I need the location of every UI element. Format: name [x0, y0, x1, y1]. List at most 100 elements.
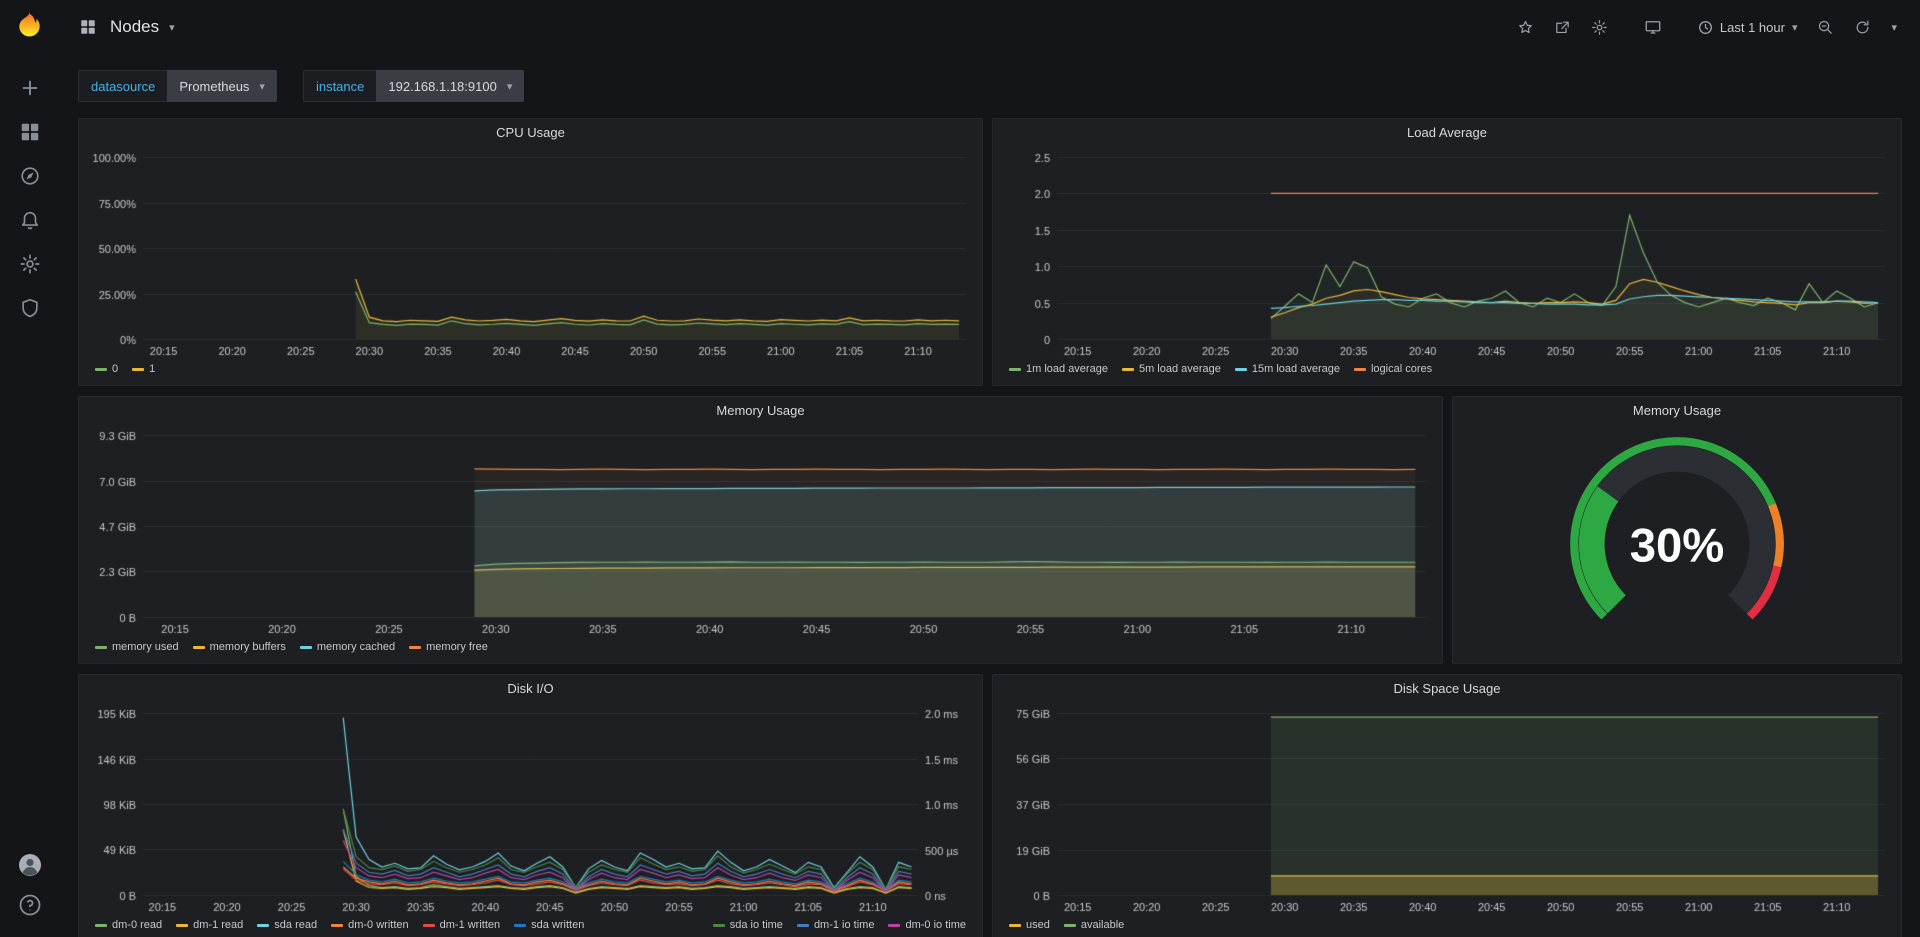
disk-space-usage-chart[interactable] — [993, 703, 1901, 917]
chevron-down-icon[interactable]: ▾ — [169, 21, 175, 34]
legend-right: sda io time dm-1 io time dm-0 io time — [713, 919, 966, 931]
legend-item[interactable]: dm-1 io time — [797, 919, 875, 931]
variable-label: datasource — [78, 70, 167, 102]
legend-series-name: dm-0 read — [112, 919, 162, 931]
panel-title[interactable]: Memory Usage — [79, 397, 1442, 425]
legend-series-name: 5m load average — [1139, 363, 1221, 375]
legend-swatch-icon — [888, 924, 900, 927]
cpu-usage-chart[interactable] — [79, 147, 982, 361]
variable-instance: instance 192.168.1.18:9100 ▾ — [303, 70, 524, 102]
sidebar-menu — [18, 76, 42, 320]
legend-item[interactable]: available — [1064, 919, 1124, 931]
legend-series-name: dm-1 read — [193, 919, 243, 931]
zoom-out-icon — [1817, 19, 1834, 36]
legend-item[interactable]: dm-1 written — [423, 919, 501, 931]
panel-disk-io: Disk I/O dm-0 read dm-1 read sda read dm-0 … — [78, 674, 983, 937]
legend-series-name: dm-1 io time — [814, 919, 875, 931]
legend-series-name: used — [1026, 919, 1050, 931]
legend-item[interactable]: memory cached — [300, 641, 395, 653]
instance-dropdown[interactable]: 192.168.1.18:9100 ▾ — [376, 70, 524, 102]
star-button[interactable] — [1508, 10, 1543, 44]
memory-usage-chart[interactable] — [79, 425, 1442, 639]
disk-io-chart[interactable] — [79, 703, 982, 917]
panel-title[interactable]: CPU Usage — [79, 119, 982, 147]
panel-title[interactable]: Disk Space Usage — [993, 675, 1901, 703]
legend-item[interactable]: 0 — [95, 363, 118, 375]
legend-item[interactable]: 15m load average — [1235, 363, 1340, 375]
memory-usage-legend: memory used memory buffers memory cached me… — [79, 639, 1442, 663]
legend-item[interactable]: dm-0 read — [95, 919, 162, 931]
legend-series-name: dm-0 written — [348, 919, 409, 931]
grafana-logo-icon — [11, 6, 49, 44]
legend-swatch-icon — [95, 924, 107, 927]
legend-swatch-icon — [1064, 924, 1076, 927]
zoom-out-button[interactable] — [1808, 10, 1843, 44]
legend-swatch-icon — [409, 646, 421, 649]
clock-icon — [1698, 20, 1713, 35]
legend-item[interactable]: sda io time — [713, 919, 783, 931]
legend-item[interactable]: memory buffers — [193, 641, 286, 653]
help-button[interactable] — [18, 893, 42, 917]
chevron-down-icon: ▾ — [1891, 21, 1897, 34]
legend-left: memory used memory buffers memory cached me… — [95, 641, 488, 653]
load-average-chart[interactable] — [993, 147, 1901, 361]
template-variables-bar: datasource Prometheus ▾ instance 192.168… — [60, 54, 1920, 118]
user-avatar[interactable] — [18, 853, 42, 877]
legend-swatch-icon — [1122, 368, 1134, 371]
legend-item[interactable]: 5m load average — [1122, 363, 1221, 375]
legend-item[interactable]: memory used — [95, 641, 179, 653]
legend-item[interactable]: dm-0 io time — [888, 919, 966, 931]
legend-series-name: dm-0 io time — [905, 919, 966, 931]
dashboards-button[interactable] — [18, 120, 42, 144]
chevron-down-icon: ▾ — [507, 80, 513, 93]
legend-item[interactable]: sda written — [514, 919, 584, 931]
panel-title[interactable]: Load Average — [993, 119, 1901, 147]
gauge-wrap: 30% — [1453, 425, 1901, 663]
legend-series-name: 1m load average — [1026, 363, 1108, 375]
dashboard-title-group: Nodes ▾ — [76, 15, 175, 39]
dashboard-settings-button[interactable] — [1582, 10, 1617, 44]
dashboard-row: CPU Usage 0 1 Load Average 1m load averag… — [78, 118, 1902, 386]
panel-disk-space-usage: Disk Space Usage used available — [992, 674, 1902, 937]
top-navbar: Nodes ▾ Last 1 hour ▾ — [60, 0, 1920, 54]
sidebar — [0, 0, 60, 937]
sidebar-bottom — [18, 853, 42, 917]
legend-swatch-icon — [132, 368, 144, 371]
grafana-logo[interactable] — [11, 6, 49, 44]
legend-swatch-icon — [331, 924, 343, 927]
server-admin-button[interactable] — [18, 296, 42, 320]
bell-icon — [19, 209, 41, 231]
legend-series-name: dm-1 written — [440, 919, 501, 931]
panel-title[interactable]: Disk I/O — [79, 675, 982, 703]
star-icon — [1517, 19, 1534, 36]
datasource-dropdown[interactable]: Prometheus ▾ — [167, 70, 277, 102]
dashboard-row: Memory Usage memory usedmemory buffersme… — [78, 396, 1902, 664]
legend-series-name: memory used — [112, 641, 179, 653]
refresh-interval-dropdown[interactable]: ▾ — [1882, 10, 1906, 44]
legend-item[interactable]: dm-1 read — [176, 919, 243, 931]
refresh-button[interactable] — [1845, 10, 1880, 44]
create-button[interactable] — [18, 76, 42, 100]
legend-series-name: available — [1081, 919, 1124, 931]
legend-item[interactable]: used — [1009, 919, 1050, 931]
dashboard-title[interactable]: Nodes — [110, 17, 159, 37]
configuration-button[interactable] — [18, 252, 42, 276]
monitor-icon — [1644, 18, 1662, 36]
alerting-button[interactable] — [18, 208, 42, 232]
legend-item[interactable]: logical cores — [1354, 363, 1432, 375]
legend-item[interactable]: dm-0 written — [331, 919, 409, 931]
legend-series-name: 15m load average — [1252, 363, 1340, 375]
legend-item[interactable]: 1 — [132, 363, 155, 375]
legend-swatch-icon — [257, 924, 269, 927]
legend-item[interactable]: memory free — [409, 641, 488, 653]
legend-left: 1m load average 5m load average 15m load a… — [1009, 363, 1432, 375]
share-button[interactable] — [1545, 10, 1580, 44]
explore-button[interactable] — [18, 164, 42, 188]
time-range-button[interactable]: Last 1 hour ▾ — [1689, 10, 1807, 44]
legend-item[interactable]: sda read — [257, 919, 317, 931]
legend-item[interactable]: 1m load average — [1009, 363, 1108, 375]
chevron-down-icon: ▾ — [259, 80, 265, 93]
cycle-view-button[interactable] — [1635, 10, 1671, 44]
variable-label: instance — [303, 70, 376, 102]
panel-title[interactable]: Memory Usage — [1453, 397, 1901, 425]
